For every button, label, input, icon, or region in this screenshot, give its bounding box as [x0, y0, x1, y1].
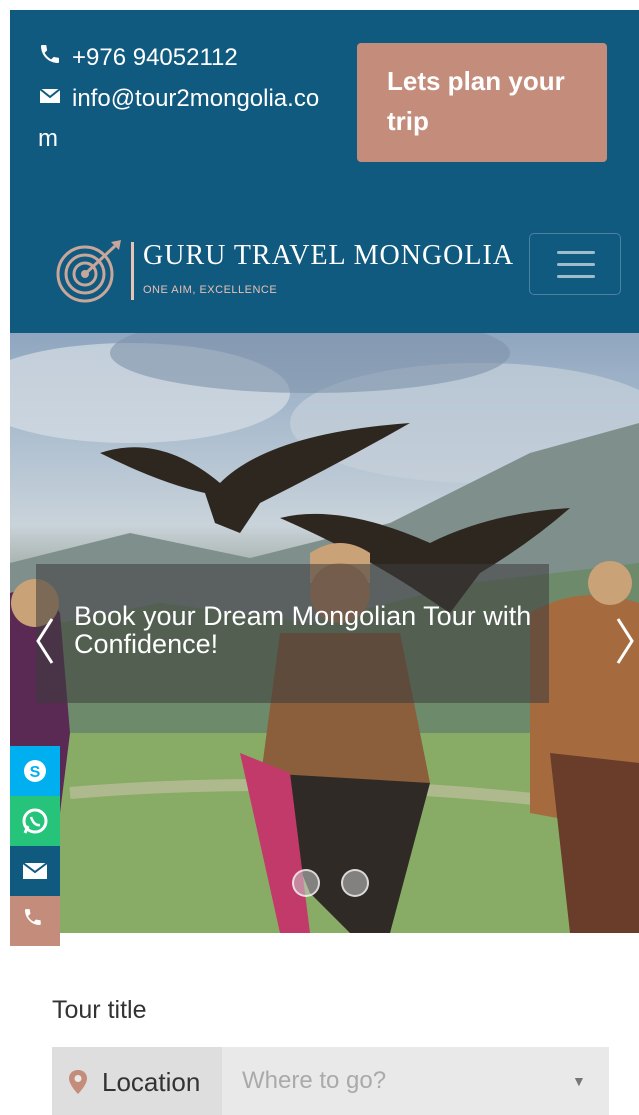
brand-tagline: ONE AIM, EXCELLENCE	[143, 284, 278, 296]
location-addon: Location	[52, 1047, 222, 1115]
prev-slide-arrow[interactable]	[30, 613, 60, 669]
target-logo-icon	[56, 240, 121, 303]
slide-dot[interactable]	[341, 869, 369, 897]
email-row[interactable]: info@tour2mongolia.com	[38, 79, 338, 160]
phone-number[interactable]: +976 94052112	[72, 44, 238, 71]
skype-icon: S	[24, 760, 46, 782]
email-button[interactable]	[10, 846, 60, 896]
hero-caption: Book your Dream Mongolian Tour with Conf…	[74, 601, 532, 659]
page: +976 94052112 info@tour2mongolia.com Let…	[10, 10, 639, 1115]
email-icon	[22, 862, 48, 879]
location-select[interactable]: Location Where to go? ▼	[52, 1047, 609, 1115]
brand-name: GURU TRAVEL MONGOLIA	[143, 240, 515, 271]
skype-button[interactable]: S	[10, 746, 60, 796]
phone-icon	[25, 909, 41, 925]
whatsapp-button[interactable]	[10, 796, 60, 846]
hamburger-bar	[557, 275, 595, 278]
hero-caption-box: Book your Dream Mongolian Tour with Conf…	[36, 564, 549, 703]
tour-title-label: Tour title	[52, 996, 147, 1024]
chevron-left-icon	[36, 618, 54, 664]
phone-icon	[38, 39, 72, 79]
site-header: +976 94052112 info@tour2mongolia.com Let…	[10, 10, 639, 333]
hamburger-menu-button[interactable]	[529, 233, 621, 295]
phone-row[interactable]: +976 94052112	[38, 38, 338, 79]
envelope-icon	[38, 79, 72, 119]
location-placeholder[interactable]: Where to go?	[242, 1067, 386, 1095]
logo-divider	[131, 242, 134, 300]
chevron-right-icon	[616, 618, 634, 664]
contact-info: +976 94052112 info@tour2mongolia.com	[38, 38, 338, 159]
hero-slider: Book your Dream Mongolian Tour with Conf…	[10, 333, 639, 933]
svg-text:S: S	[30, 764, 41, 781]
plan-trip-button[interactable]: Lets plan your trip	[357, 43, 607, 162]
hamburger-icon	[557, 251, 595, 254]
location-label: Location	[102, 1067, 201, 1097]
slide-dot[interactable]	[292, 869, 320, 897]
map-pin-icon	[69, 1070, 87, 1094]
caret-down-icon[interactable]: ▼	[572, 1073, 586, 1089]
email-address[interactable]: info@tour2mongolia.com	[38, 85, 319, 153]
call-button[interactable]	[10, 896, 60, 946]
next-slide-arrow[interactable]	[610, 613, 639, 669]
whatsapp-icon	[22, 808, 48, 834]
hamburger-bar	[557, 263, 595, 266]
